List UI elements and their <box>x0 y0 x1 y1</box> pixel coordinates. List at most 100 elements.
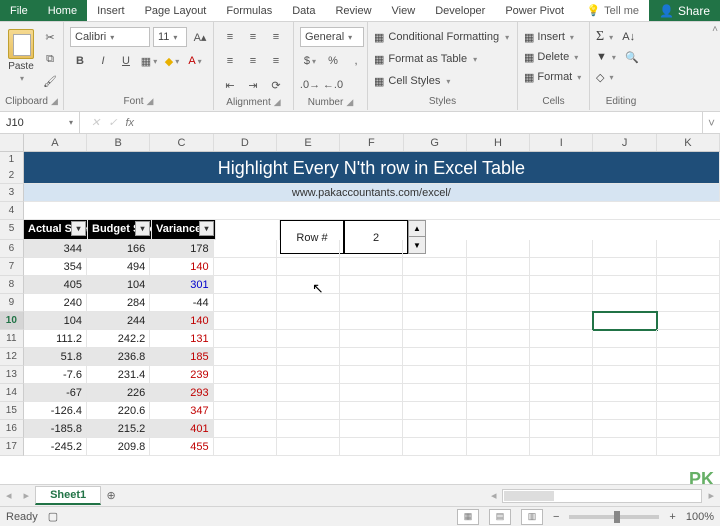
number-launcher[interactable]: ◢ <box>346 97 353 108</box>
cell[interactable] <box>214 276 277 294</box>
cell[interactable] <box>277 438 340 456</box>
cell[interactable] <box>467 438 530 456</box>
cell[interactable] <box>467 258 530 276</box>
row-header[interactable]: 5 <box>0 220 24 240</box>
cell[interactable] <box>403 258 466 276</box>
row-header[interactable]: 14 <box>0 384 24 402</box>
font-launcher[interactable]: ◢ <box>147 96 154 107</box>
table-header-actual[interactable]: Actual Sales▾ <box>24 220 88 240</box>
delete-cells-button[interactable]: ▦Delete▾ <box>524 47 581 67</box>
cell[interactable] <box>467 330 530 348</box>
cell[interactable]: 140 <box>150 312 213 330</box>
tab-formulas[interactable]: Formulas <box>216 0 282 21</box>
cell[interactable]: 111.2 <box>24 330 87 348</box>
paste-button[interactable]: Paste▾ <box>6 27 36 85</box>
cell[interactable] <box>214 384 277 402</box>
cell[interactable] <box>530 258 593 276</box>
cell[interactable] <box>403 312 466 330</box>
cell[interactable]: 140 <box>150 258 213 276</box>
row-header[interactable]: 3 <box>0 184 24 202</box>
accounting-format-button[interactable]: $▾ <box>300 51 320 71</box>
row-header[interactable]: 16 <box>0 420 24 438</box>
row-header[interactable]: 6 <box>0 240 24 258</box>
page-layout-view-button[interactable]: ▤ <box>489 509 511 525</box>
cell[interactable] <box>277 276 340 294</box>
cell[interactable] <box>214 420 277 438</box>
cell[interactable] <box>530 348 593 366</box>
cell[interactable] <box>340 384 403 402</box>
cell[interactable] <box>214 402 277 420</box>
cell[interactable] <box>530 438 593 456</box>
font-size-combo[interactable]: 11▾ <box>153 27 187 47</box>
cell[interactable] <box>657 438 720 456</box>
cell[interactable] <box>403 366 466 384</box>
cell[interactable] <box>277 294 340 312</box>
col-header[interactable]: B <box>87 134 150 151</box>
cell[interactable]: -245.2 <box>24 438 87 456</box>
cell[interactable]: 236.8 <box>87 348 150 366</box>
collapse-ribbon-button[interactable]: ˄ <box>712 24 718 35</box>
cell[interactable] <box>340 276 403 294</box>
col-header[interactable]: D <box>214 134 277 151</box>
cell[interactable] <box>467 312 530 330</box>
fx-button[interactable]: fx <box>125 117 134 129</box>
cell[interactable]: 244 <box>87 312 150 330</box>
cell[interactable]: -185.8 <box>24 420 87 438</box>
zoom-level[interactable]: 100% <box>686 511 714 523</box>
col-header[interactable]: A <box>24 134 87 151</box>
cell[interactable]: 347 <box>150 402 213 420</box>
cell[interactable] <box>593 258 656 276</box>
cell[interactable] <box>277 420 340 438</box>
percent-format-button[interactable]: % <box>323 51 343 71</box>
cell[interactable]: 166 <box>87 240 150 258</box>
cell[interactable] <box>403 348 466 366</box>
row-header[interactable]: 12 <box>0 152 24 184</box>
cell[interactable]: 354 <box>24 258 87 276</box>
increase-indent-button[interactable]: ⇥ <box>243 75 263 95</box>
cell[interactable]: -126.4 <box>24 402 87 420</box>
cell[interactable]: 178 <box>150 240 213 258</box>
cell[interactable]: 226 <box>87 384 150 402</box>
cell[interactable] <box>340 348 403 366</box>
cell[interactable] <box>530 294 593 312</box>
cell[interactable] <box>403 438 466 456</box>
fill-button[interactable]: ▼ <box>596 51 607 63</box>
row-header[interactable]: 4 <box>0 202 24 220</box>
cell[interactable]: 51.8 <box>24 348 87 366</box>
col-header[interactable]: I <box>530 134 593 151</box>
formula-input[interactable] <box>140 112 702 133</box>
format-painter-button[interactable]: 🖌 <box>40 71 60 91</box>
macro-record-button[interactable]: ▢ <box>48 510 58 523</box>
cell[interactable] <box>403 240 466 258</box>
hscroll-right[interactable]: ▸ <box>702 489 720 502</box>
select-all-corner[interactable] <box>0 134 24 151</box>
cell[interactable]: 344 <box>24 240 87 258</box>
cell[interactable]: 455 <box>150 438 213 456</box>
cell[interactable] <box>340 366 403 384</box>
tab-home[interactable]: Home <box>38 0 87 21</box>
sheet-nav-next[interactable]: ▸ <box>18 489 36 502</box>
sort-filter-button[interactable]: A↓ <box>622 31 635 43</box>
row-header[interactable]: 13 <box>0 366 24 384</box>
subtitle-link[interactable]: www.pakaccountants.com/excel/ <box>24 184 720 202</box>
row-header[interactable]: 7 <box>0 258 24 276</box>
cell[interactable] <box>593 330 656 348</box>
filter-button[interactable]: ▾ <box>71 221 86 236</box>
cell[interactable]: 220.6 <box>87 402 150 420</box>
cell[interactable] <box>340 240 403 258</box>
tab-view[interactable]: View <box>382 0 426 21</box>
tell-me[interactable]: 💡Tell me <box>576 0 649 21</box>
cell[interactable] <box>403 294 466 312</box>
cell[interactable] <box>657 240 720 258</box>
cell[interactable]: 494 <box>87 258 150 276</box>
row-header[interactable]: 17 <box>0 438 24 456</box>
increase-font-button[interactable]: A▴ <box>190 27 210 47</box>
cell[interactable] <box>467 348 530 366</box>
cell[interactable] <box>467 366 530 384</box>
insert-cells-button[interactable]: ▦Insert▾ <box>524 27 581 47</box>
cell[interactable]: 401 <box>150 420 213 438</box>
cell[interactable]: -7.6 <box>24 366 87 384</box>
cell[interactable] <box>530 402 593 420</box>
col-header[interactable]: F <box>340 134 403 151</box>
filter-button[interactable]: ▾ <box>135 221 150 236</box>
